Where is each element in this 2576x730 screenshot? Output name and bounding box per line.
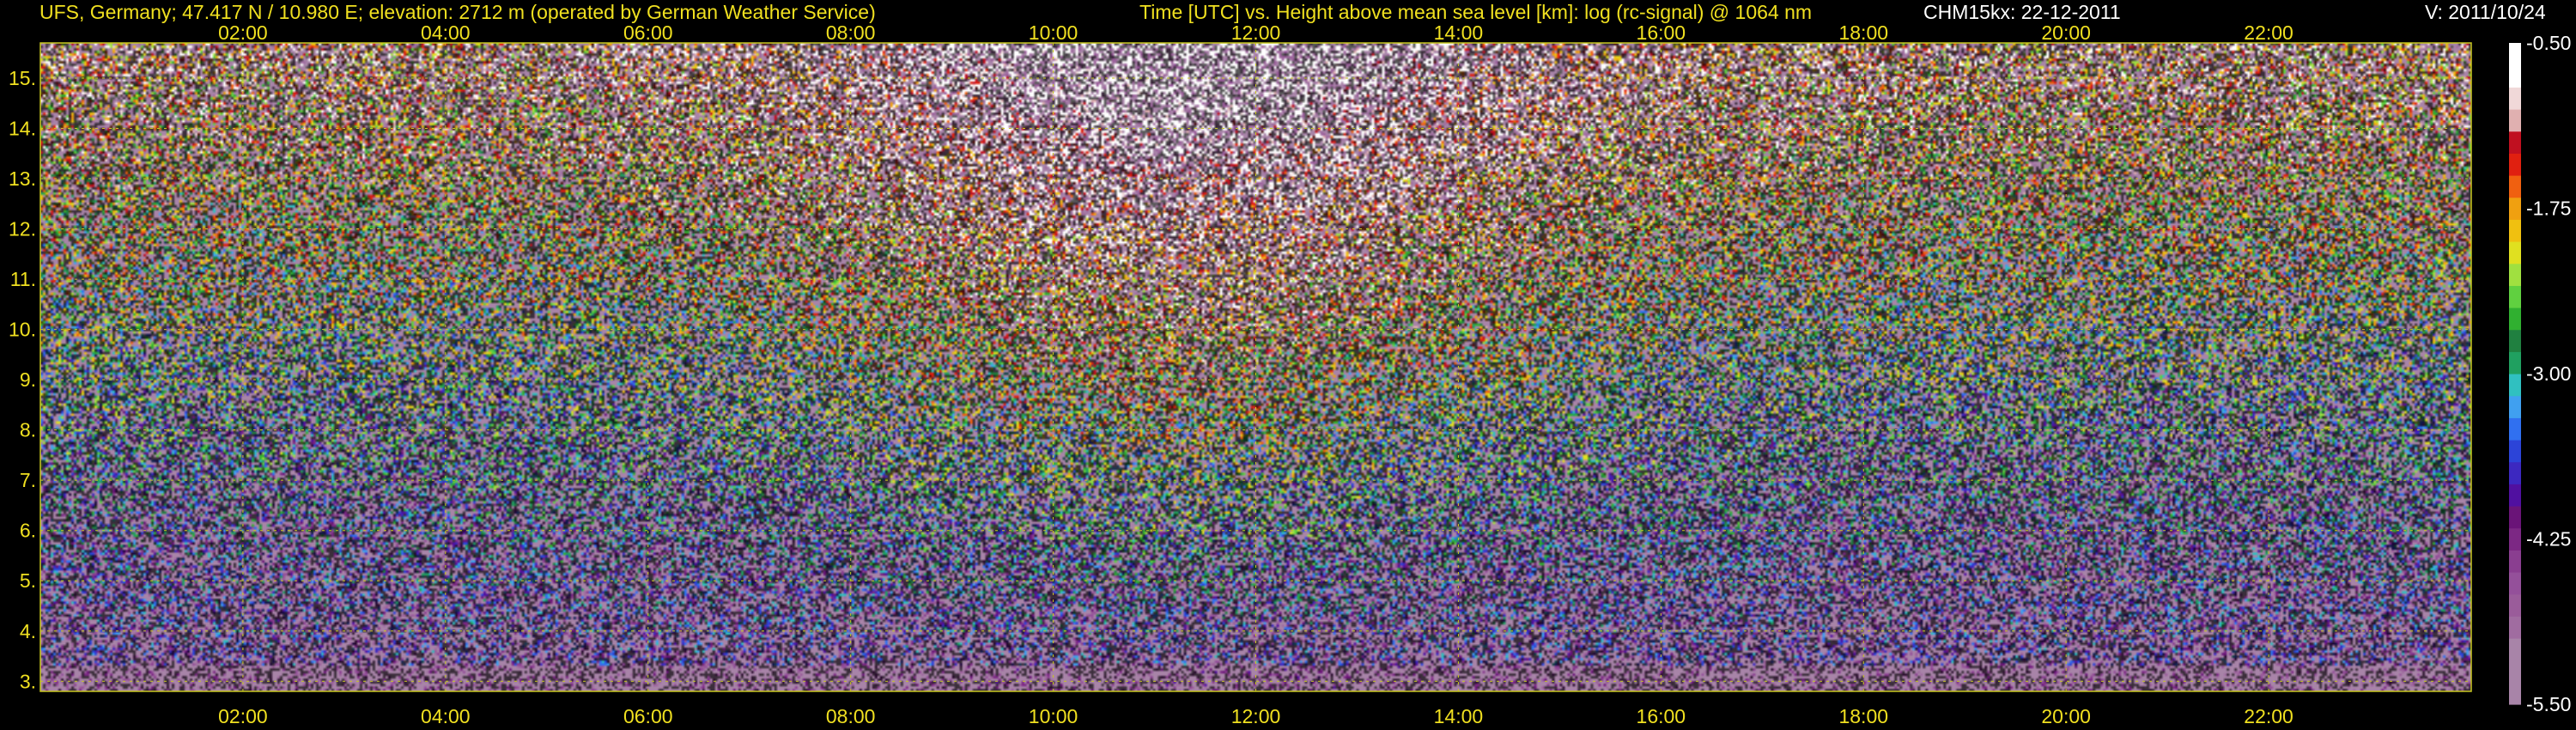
colorbar-swatch [2509, 131, 2521, 154]
x-tick-label-top: 18:00 [1838, 21, 1888, 44]
x-tick-label-bottom: 06:00 [623, 705, 673, 727]
x-tick-label-bottom: 12:00 [1231, 705, 1281, 727]
colorbar-swatch [2509, 374, 2521, 397]
colorbar-swatch [2509, 682, 2521, 705]
x-tick-label-bottom: 04:00 [421, 705, 471, 727]
colorbar-tick-label: -4.25 [2526, 528, 2571, 551]
y-tick-label: 9. [20, 368, 36, 391]
colorbar-tick-label: -0.50 [2526, 32, 2571, 54]
colorbar-swatch [2509, 241, 2521, 265]
colorbar-swatch [2509, 87, 2521, 110]
colorbar-swatch [2509, 638, 2521, 661]
x-tick-label-bottom: 20:00 [2041, 705, 2091, 727]
y-tick-label: 4. [20, 620, 36, 642]
x-tick-label-bottom: 02:00 [218, 705, 268, 727]
x-tick-label-bottom: 08:00 [826, 705, 876, 727]
x-tick-label-bottom: 22:00 [2244, 705, 2293, 727]
y-tick-label: 8. [20, 419, 36, 441]
x-tick-label-top: 14:00 [1434, 21, 1484, 44]
x-tick-label-top: 02:00 [218, 21, 268, 44]
colorbar-tick-label: -3.00 [2526, 362, 2571, 385]
x-tick-label-bottom: 18:00 [1838, 705, 1888, 727]
colorbar-swatch [2509, 506, 2521, 529]
y-tick-label: 11. [10, 268, 36, 290]
colorbar-swatch [2509, 440, 2521, 463]
colorbar-swatch [2509, 64, 2521, 88]
colorbar-swatch [2509, 395, 2521, 418]
colorbar: -0.50 -1.75 -3.00 -4.25 -5.50 [2509, 32, 2571, 715]
x-tick-label-bottom: 14:00 [1434, 705, 1484, 727]
height-axis: 3. 4. 5. 6. 7. 8. 9. 10. 11. 12. 13. 14. 15. [9, 67, 36, 692]
x-tick-label-bottom: 16:00 [1637, 705, 1686, 727]
x-tick-label-top: 12:00 [1231, 21, 1281, 44]
colorbar-swatch [2509, 197, 2521, 220]
x-tick-label-top: 16:00 [1637, 21, 1686, 44]
x-tick-label-top: 10:00 [1029, 21, 1078, 44]
y-tick-label: 12. [9, 218, 36, 240]
x-tick-label-bottom: 10:00 [1029, 705, 1078, 727]
colorbar-tick-label: -5.50 [2526, 693, 2571, 715]
colorbar-swatch [2509, 351, 2521, 374]
colorbar-swatch [2509, 461, 2521, 484]
colorbar-swatch [2509, 307, 2521, 331]
x-tick-label-top: 06:00 [623, 21, 673, 44]
colorbar-swatch [2509, 616, 2521, 639]
x-tick-label-top: 04:00 [421, 21, 471, 44]
colorbar-swatch [2509, 484, 2521, 507]
colorbar-swatch [2509, 417, 2521, 441]
colorbar-swatch [2509, 219, 2521, 242]
colorbar-swatch [2509, 285, 2521, 308]
y-tick-label: 13. [9, 167, 36, 190]
colorbar-swatch [2509, 527, 2521, 551]
x-tick-label-top: 08:00 [826, 21, 876, 44]
colorbar-swatch [2509, 329, 2521, 352]
y-tick-label: 15. [9, 67, 36, 89]
y-tick-label: 7. [20, 469, 36, 491]
colorbar-swatch [2509, 660, 2521, 683]
colorbar-swatch [2509, 263, 2521, 286]
x-tick-label-top: 20:00 [2041, 21, 2091, 44]
colorbar-swatch [2509, 572, 2521, 595]
y-tick-label: 3. [20, 670, 36, 692]
y-tick-label: 10. [9, 319, 36, 341]
colorbar-swatch [2509, 43, 2521, 66]
y-tick-label: 6. [20, 520, 36, 542]
colorbar-swatch [2509, 175, 2521, 198]
y-tick-label: 5. [20, 569, 36, 592]
top-time-axis: 02:00 04:00 06:00 08:00 10:00 12:00 14:00 16:00… [218, 21, 2293, 44]
colorbar-swatch [2509, 109, 2521, 132]
y-tick-label: 14. [9, 117, 36, 139]
bottom-time-axis: 02:00 04:00 06:00 08:00 10:00 12:00 14:00 16:00… [218, 705, 2293, 727]
ceilometer-chart: 02:00 04:00 06:00 08:00 10:00 12:00 14:00 16:00… [9, 21, 2571, 727]
colorbar-swatch [2509, 153, 2521, 176]
colorbar-swatch [2509, 550, 2521, 573]
colorbar-swatch [2509, 593, 2521, 617]
x-tick-label-top: 22:00 [2244, 21, 2293, 44]
colorbar-tick-label: -1.75 [2526, 198, 2571, 220]
